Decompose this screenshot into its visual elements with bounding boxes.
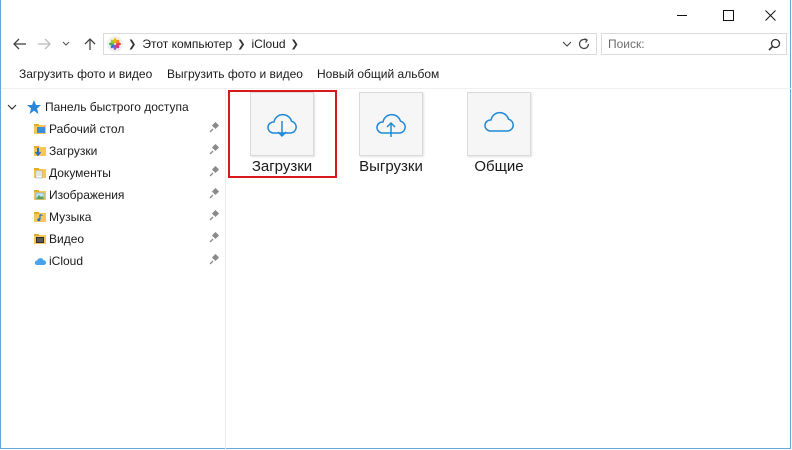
arrow-right-icon (38, 38, 51, 50)
close-icon (764, 9, 776, 21)
chevron-down-icon[interactable] (562, 38, 572, 50)
nav-item-label: Документы (49, 166, 111, 180)
selection-highlight (228, 90, 337, 178)
upload-photos-button[interactable]: Загрузить фото и видео (19, 67, 152, 81)
breadcrumb-item-icloud[interactable]: iCloud (252, 37, 286, 51)
arrow-left-icon (13, 38, 26, 50)
folder-tile-uploads[interactable] (359, 92, 423, 156)
nav-item-label: Музыка (49, 210, 92, 224)
nav-item-label: iCloud (49, 254, 84, 268)
nav-item-documents[interactable]: Документы (1, 162, 225, 184)
pictures-folder-icon (34, 190, 46, 200)
command-toolbar: Загрузить фото и видео Выгрузить фото и … (1, 58, 791, 89)
quick-access-header[interactable]: Панель быстрого доступа (7, 99, 189, 115)
music-folder-icon (34, 212, 46, 222)
documents-folder-icon (34, 168, 46, 179)
breadcrumb-separator[interactable]: ❯ (128, 39, 136, 50)
folder-tile-shared[interactable] (467, 92, 531, 156)
download-photos-button[interactable]: Выгрузить фото и видео (167, 67, 303, 81)
close-button[interactable] (747, 0, 792, 30)
pin-icon[interactable] (209, 122, 221, 134)
chevron-down-icon[interactable] (7, 103, 17, 111)
back-button[interactable] (10, 34, 30, 54)
nav-item-pictures[interactable]: Изображения (1, 184, 225, 206)
nav-item-label: Видео (49, 232, 85, 246)
breadcrumb-separator[interactable]: ❯ (237, 39, 245, 50)
chevron-down-icon (62, 41, 70, 46)
recent-locations-button[interactable] (59, 34, 73, 54)
forward-button[interactable] (34, 34, 54, 54)
title-bar (1, 0, 791, 30)
videos-folder-icon (34, 234, 46, 244)
maximize-icon (722, 9, 734, 21)
breadcrumb-item-this-pc[interactable]: Этот компьютер (142, 37, 232, 51)
navigation-bar: ❯ Этот компьютер ❯ iCloud ❯ Поиск: (1, 30, 791, 58)
pin-icon[interactable] (209, 188, 221, 200)
minimize-button[interactable] (659, 0, 705, 30)
pin-icon[interactable] (209, 254, 221, 266)
pane-splitter[interactable] (225, 88, 226, 449)
tile-label: Выгрузки (359, 158, 423, 175)
up-button[interactable] (80, 34, 100, 54)
nav-item-videos[interactable]: Видео (1, 228, 225, 250)
pin-icon[interactable] (209, 166, 221, 178)
navigation-pane: Панель быстрого доступа Рабочий стол Заг… (1, 92, 225, 449)
quick-access-label: Панель быстрого доступа (45, 100, 189, 114)
tile-label: Общие (474, 158, 524, 175)
nav-item-downloads[interactable]: Загрузки (1, 140, 225, 162)
nav-item-icloud[interactable]: iCloud (1, 250, 225, 272)
pin-icon[interactable] (209, 232, 221, 244)
pin-icon[interactable] (209, 210, 221, 222)
icloud-icon (34, 258, 47, 265)
address-bar[interactable]: ❯ Этот компьютер ❯ iCloud ❯ (103, 33, 597, 55)
explorer-window: ❯ Этот компьютер ❯ iCloud ❯ Поиск: Загру… (0, 0, 791, 449)
new-shared-album-button[interactable]: Новый общий альбом (317, 67, 439, 81)
icloud-photos-icon (107, 36, 123, 52)
cloud-icon (484, 111, 514, 132)
breadcrumb-separator[interactable]: ❯ (291, 39, 299, 50)
nav-item-music[interactable]: Музыка (1, 206, 225, 228)
minimize-icon (677, 15, 687, 16)
downloads-folder-icon (34, 146, 46, 157)
cloud-upload-icon (376, 113, 406, 137)
arrow-up-icon (84, 38, 96, 50)
maximize-button[interactable] (705, 0, 751, 30)
nav-item-desktop[interactable]: Рабочий стол (1, 118, 225, 140)
nav-item-label: Изображения (49, 188, 125, 202)
search-icon[interactable] (768, 38, 781, 51)
search-input[interactable]: Поиск: (608, 37, 645, 51)
nav-item-label: Загрузки (49, 144, 98, 158)
pin-icon[interactable] (209, 144, 221, 156)
refresh-icon[interactable] (577, 37, 591, 51)
star-icon (27, 100, 41, 114)
search-box[interactable]: Поиск: (601, 33, 787, 55)
desktop-folder-icon (34, 124, 46, 134)
nav-item-label: Рабочий стол (49, 122, 125, 136)
